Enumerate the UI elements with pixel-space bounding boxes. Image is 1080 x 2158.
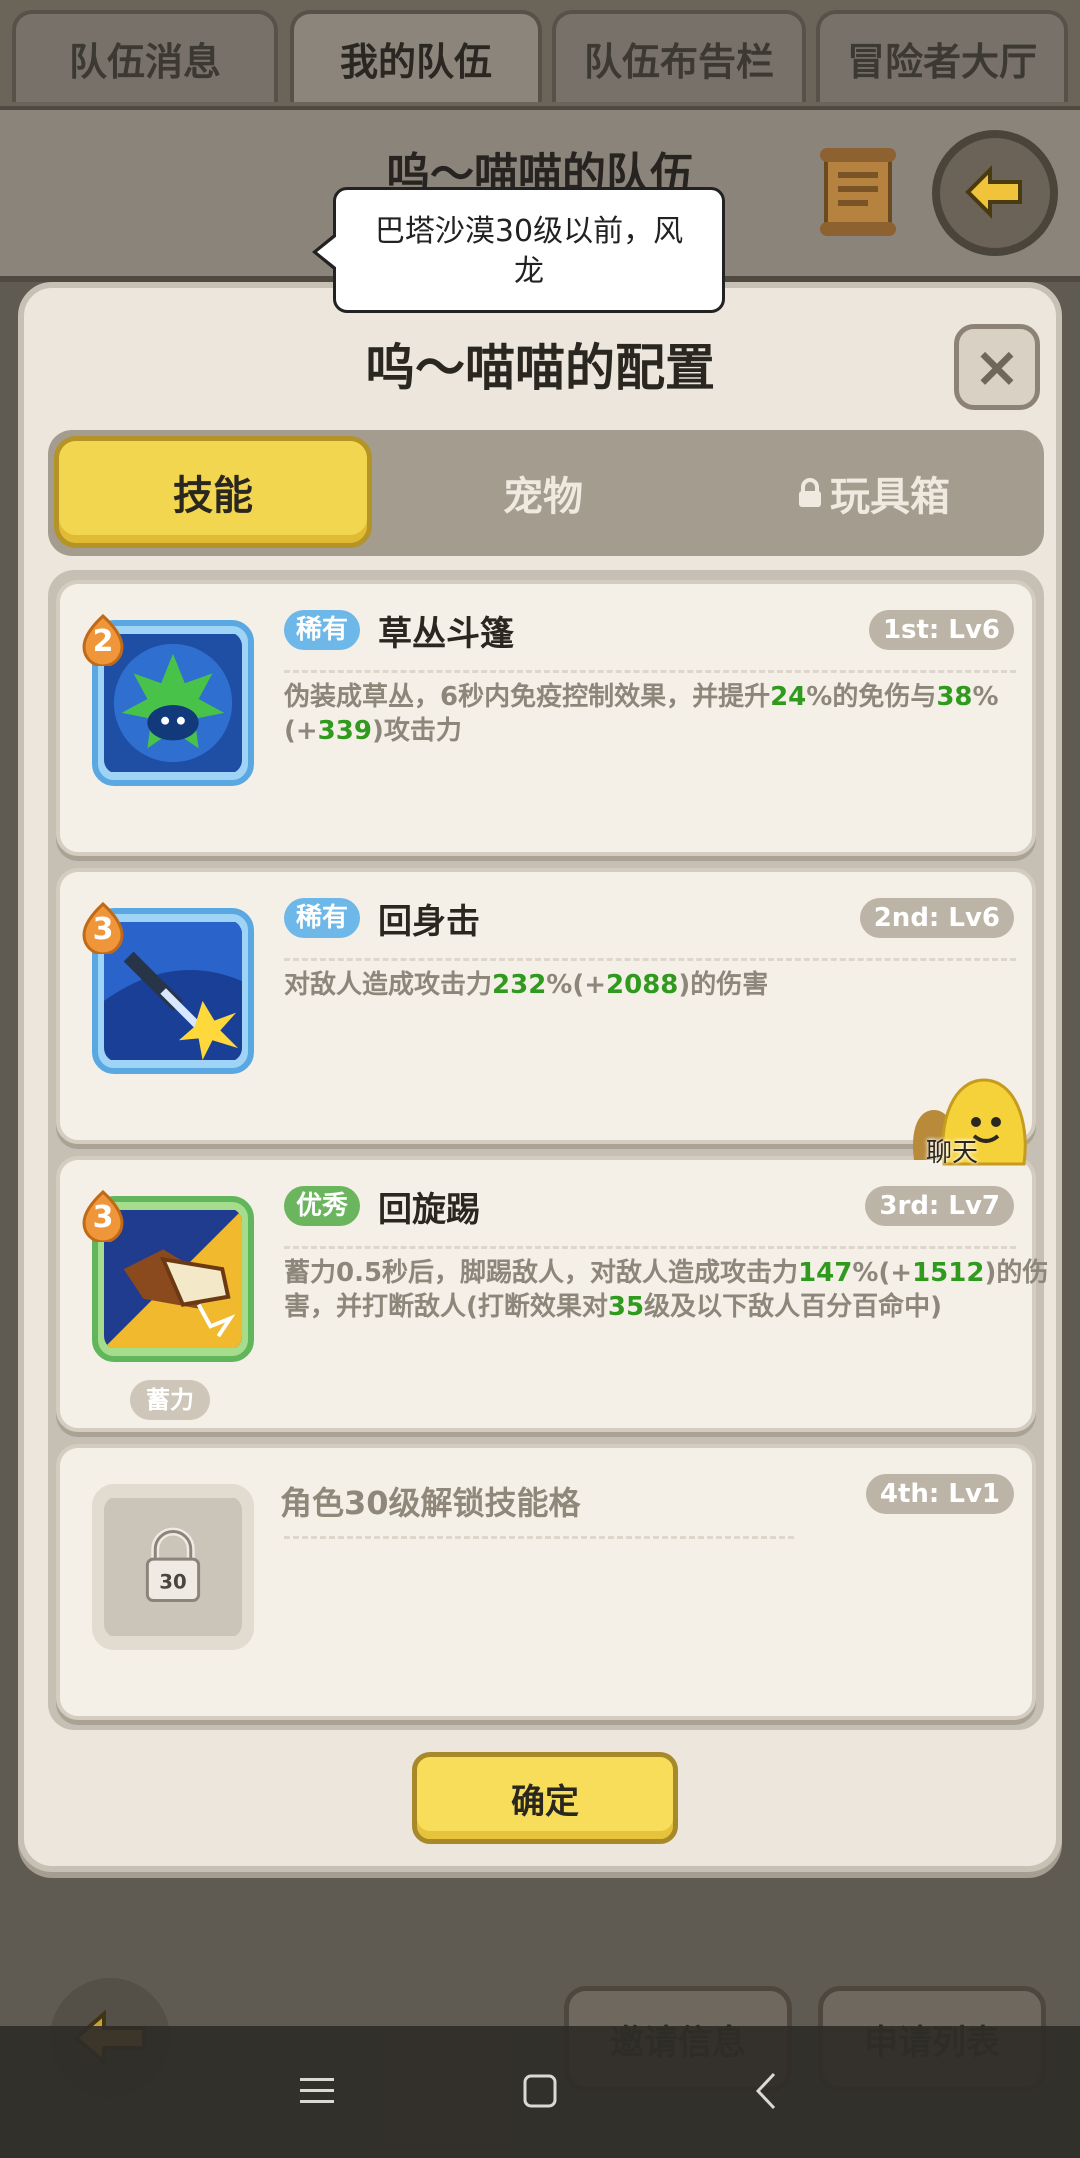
rarity-badge: 优秀 <box>284 1186 361 1226</box>
tab-my-team[interactable]: 我的队伍 <box>290 10 542 102</box>
tab-team-messages[interactable]: 队伍消息 <box>12 10 278 102</box>
top-tab-bar: 队伍消息 我的队伍 队伍布告栏 冒险者大厅 <box>0 0 1080 106</box>
skill-name: 回旋踢 <box>378 1190 480 1230</box>
tooltip-bubble: 巴塔沙漠30级以前，风龙 <box>312 187 725 313</box>
lock-icon <box>799 478 821 507</box>
tab-pets[interactable]: 宠物 <box>378 430 708 556</box>
skill-description: 蓄力0.5秒后，脚踢敌人，对敌人造成攻击力147%(+1512)的伤害，并打断敌… <box>284 1258 1049 1322</box>
charge-tag: 蓄力 <box>130 1380 210 1420</box>
skill-list: 2 稀有 草丛斗篷 1st: Lv6 伪装成草丛，6秒内免疫控制效果，并提升24… <box>48 570 1048 1730</box>
rarity-badge: 稀有 <box>284 610 361 650</box>
home-icon[interactable] <box>515 2066 565 2116</box>
skill-card-locked[interactable]: 30 角色30级解锁技能格 4th: Lv1 <box>56 1444 1036 1720</box>
menu-icon[interactable] <box>292 2066 342 2116</box>
mode-tabs: 技能 宠物 玩具箱 <box>48 430 1044 556</box>
modal-title: 呜～喵喵的配置 <box>365 339 715 397</box>
rarity-badge: 稀有 <box>284 898 361 938</box>
slot-level-tag: 2nd: Lv6 <box>859 898 1014 938</box>
divider <box>284 670 1016 673</box>
skill-card-1[interactable]: 2 稀有 草丛斗篷 1st: Lv6 伪装成草丛，6秒内免疫控制效果，并提升24… <box>56 580 1036 856</box>
tab-adventurer-hall[interactable]: 冒险者大厅 <box>816 10 1068 102</box>
locked-slot-frame: 30 <box>92 1484 254 1650</box>
skill-card-3[interactable]: 3 蓄力 优秀 回旋踢 3rd: Lv7 蓄力0.5秒后，脚踢敌人，对敌人造成攻… <box>56 1156 1048 1432</box>
svg-text:30: 30 <box>159 1571 186 1594</box>
level-badge-icon <box>82 1190 124 1242</box>
team-return-button[interactable] <box>932 130 1058 256</box>
level-badge-icon <box>82 614 124 666</box>
chat-label[interactable]: 聊天 <box>926 1132 978 1169</box>
divider <box>284 1536 794 1539</box>
skill-name: 草丛斗篷 <box>378 614 514 654</box>
level-badge-icon <box>82 902 124 954</box>
slot-level-tag: 4th: Lv1 <box>865 1474 1014 1514</box>
tab-toybox[interactable]: 玩具箱 <box>708 430 1038 556</box>
locked-slot-title: 角色30级解锁技能格 <box>280 1484 581 1522</box>
tab-team-board[interactable]: 队伍布告栏 <box>552 10 806 102</box>
close-button[interactable]: × <box>954 324 1040 410</box>
scroll-icon[interactable] <box>816 144 900 240</box>
slot-level-tag: 3rd: Lv7 <box>865 1186 1014 1226</box>
tab-toybox-label: 玩具箱 <box>830 474 950 520</box>
slot-level-tag: 1st: Lv6 <box>868 610 1014 650</box>
tab-skills[interactable]: 技能 <box>54 436 372 548</box>
padlock-icon: 30 <box>104 1498 242 1636</box>
return-arrow-icon <box>965 165 1022 219</box>
system-nav-bar <box>0 2026 1080 2158</box>
nav-back-icon[interactable] <box>742 2066 792 2116</box>
skill-description: 伪装成草丛，6秒内免疫控制效果，并提升24%的免伤与38% (+339)攻击力 <box>284 682 999 746</box>
divider <box>284 1246 1016 1249</box>
skill-card-2[interactable]: 3 稀有 回身击 2nd: Lv6 对敌人造成攻击力232%(+2088)的伤害 <box>56 868 1036 1144</box>
close-icon: × <box>973 334 1021 400</box>
confirm-button[interactable]: 确定 <box>412 1752 678 1844</box>
skill-name: 回身击 <box>378 902 480 942</box>
divider <box>284 958 1016 961</box>
skill-description: 对敌人造成攻击力232%(+2088)的伤害 <box>284 970 769 1000</box>
